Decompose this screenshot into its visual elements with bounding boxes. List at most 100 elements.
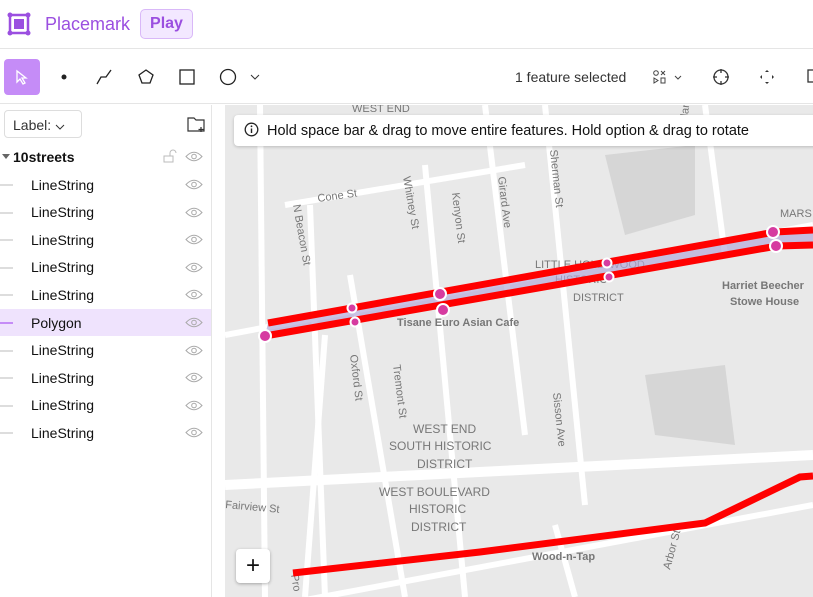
play-button[interactable]: Play <box>140 9 193 39</box>
feature-line-icon <box>0 377 13 380</box>
layer-item[interactable]: LineString <box>0 337 211 364</box>
eye-icon[interactable] <box>185 289 203 300</box>
feature-line-icon <box>0 266 13 269</box>
label-dropdown-text: Label: <box>13 117 52 133</box>
streets <box>225 105 813 597</box>
layer-item[interactable]: Polygon <box>0 309 211 336</box>
svg-text:DISTRICT: DISTRICT <box>411 520 467 534</box>
eye-icon[interactable] <box>185 262 203 273</box>
layer-item-label: LineString <box>31 342 95 359</box>
eye-icon[interactable] <box>185 207 203 218</box>
feature-line-icon <box>0 349 13 352</box>
top-bar: Placemark Play <box>0 0 813 49</box>
layer-item[interactable]: LineString <box>0 281 211 308</box>
chevron-down-icon <box>55 124 65 130</box>
point-tool[interactable] <box>46 59 82 95</box>
info-icon <box>244 122 259 137</box>
layer-item-label: LineString <box>31 286 95 303</box>
eye-icon[interactable] <box>185 345 203 356</box>
eye-icon[interactable] <box>185 317 203 328</box>
operations-menu[interactable] <box>648 59 688 95</box>
move-icon <box>760 70 774 84</box>
svg-text:Pro: Pro <box>288 573 303 592</box>
rectangle-tool[interactable] <box>169 59 205 95</box>
layer-item[interactable]: LineString <box>0 226 211 253</box>
unlock-icon[interactable] <box>163 149 177 163</box>
layer-item[interactable]: LineString <box>0 171 211 198</box>
feature-line-icon <box>0 322 13 324</box>
point-icon <box>61 74 67 80</box>
layer-folder-row[interactable]: 10streets <box>0 143 211 170</box>
feature-line-icon <box>0 294 13 297</box>
locate-button[interactable] <box>703 59 739 95</box>
eye-icon[interactable] <box>185 151 203 162</box>
layer-item-label: LineString <box>31 424 95 441</box>
square-icon <box>179 69 195 85</box>
polygon-tool[interactable] <box>128 59 164 95</box>
feature-line-icon <box>0 239 13 242</box>
svg-text:HISTORIC: HISTORIC <box>409 502 466 516</box>
layer-item[interactable]: LineString <box>0 254 211 281</box>
line-icon <box>96 69 112 85</box>
layer-item-label: LineString <box>31 369 95 386</box>
svg-text:SOUTH HISTORIC: SOUTH HISTORIC <box>389 439 492 453</box>
svg-text:Sisson Ave: Sisson Ave <box>550 392 568 447</box>
operations-icon <box>653 70 682 84</box>
zoom-in-button[interactable]: + <box>236 549 270 583</box>
svg-text:Harriet Beecher: Harriet Beecher <box>722 280 805 292</box>
layer-item[interactable]: LineString <box>0 419 211 446</box>
svg-text:Stowe House: Stowe House <box>730 296 799 308</box>
polygon-icon <box>138 69 154 84</box>
crosshair-icon <box>713 69 729 85</box>
svg-text:Kenyon St: Kenyon St <box>449 192 467 244</box>
svg-text:WEST BOULEVARD: WEST BOULEVARD <box>379 485 490 499</box>
layer-item-label: LineString <box>31 259 95 276</box>
feature-line-icon <box>0 184 13 186</box>
svg-text:WEST END: WEST END <box>413 422 476 436</box>
eye-icon[interactable] <box>185 234 203 245</box>
feature-line-icon <box>0 211 13 214</box>
hint-text: Hold space bar & drag to move entire fea… <box>267 123 749 139</box>
layer-item-label: LineString <box>31 231 95 248</box>
selection-status: 1 feature selected <box>515 69 627 85</box>
eye-icon[interactable] <box>185 179 203 190</box>
add-folder-icon[interactable] <box>186 115 206 133</box>
svg-text:Fairview St: Fairview St <box>225 499 280 516</box>
chevron-down-icon <box>250 74 260 80</box>
copy-icon <box>807 69 813 83</box>
layer-item[interactable]: LineString <box>0 199 211 226</box>
svg-text:DISTRICT: DISTRICT <box>573 292 624 304</box>
label-dropdown[interactable]: Label: <box>4 110 82 138</box>
line-tool[interactable] <box>86 59 122 95</box>
layer-item-label: LineString <box>31 176 95 193</box>
toolbar: 1 feature selected <box>0 50 813 104</box>
layer-item-label: Polygon <box>31 314 82 331</box>
svg-text:MARS: MARS <box>780 208 812 220</box>
select-tool[interactable] <box>4 59 40 95</box>
eye-icon[interactable] <box>185 427 203 438</box>
feature-line-icon <box>0 432 13 435</box>
pointer-icon <box>16 69 28 85</box>
svg-text:Wood-n-Tap: Wood-n-Tap <box>532 551 595 563</box>
layer-item[interactable]: LineString <box>0 392 211 419</box>
eye-icon[interactable] <box>185 372 203 383</box>
placemark-logo-icon <box>7 12 31 36</box>
layer-name: 10streets <box>13 148 75 165</box>
fit-bounds-button[interactable] <box>749 59 785 95</box>
circle-icon <box>219 68 237 86</box>
layer-item[interactable]: LineString <box>0 364 211 391</box>
feature-line-icon <box>0 404 13 407</box>
brand-name[interactable]: Placemark <box>45 14 130 35</box>
hint-banner: Hold space bar & drag to move entire fea… <box>234 115 813 146</box>
copy-button[interactable] <box>795 59 813 95</box>
map-svg[interactable]: WEST END Cone St N Beacon St Whitney St … <box>225 105 813 597</box>
svg-text:Cone St: Cone St <box>317 188 358 205</box>
layer-item-label: LineString <box>31 397 95 414</box>
eye-icon[interactable] <box>185 400 203 411</box>
svg-text:DISTRICT: DISTRICT <box>417 457 473 471</box>
svg-text:WEST END: WEST END <box>352 105 410 115</box>
more-shapes-dropdown[interactable] <box>240 59 270 95</box>
map-canvas[interactable]: WEST END Cone St N Beacon St Whitney St … <box>225 105 813 597</box>
layers-panel: Label: 10streets LineString LineString Lin… <box>0 105 212 597</box>
layer-item-label: LineString <box>31 204 95 221</box>
